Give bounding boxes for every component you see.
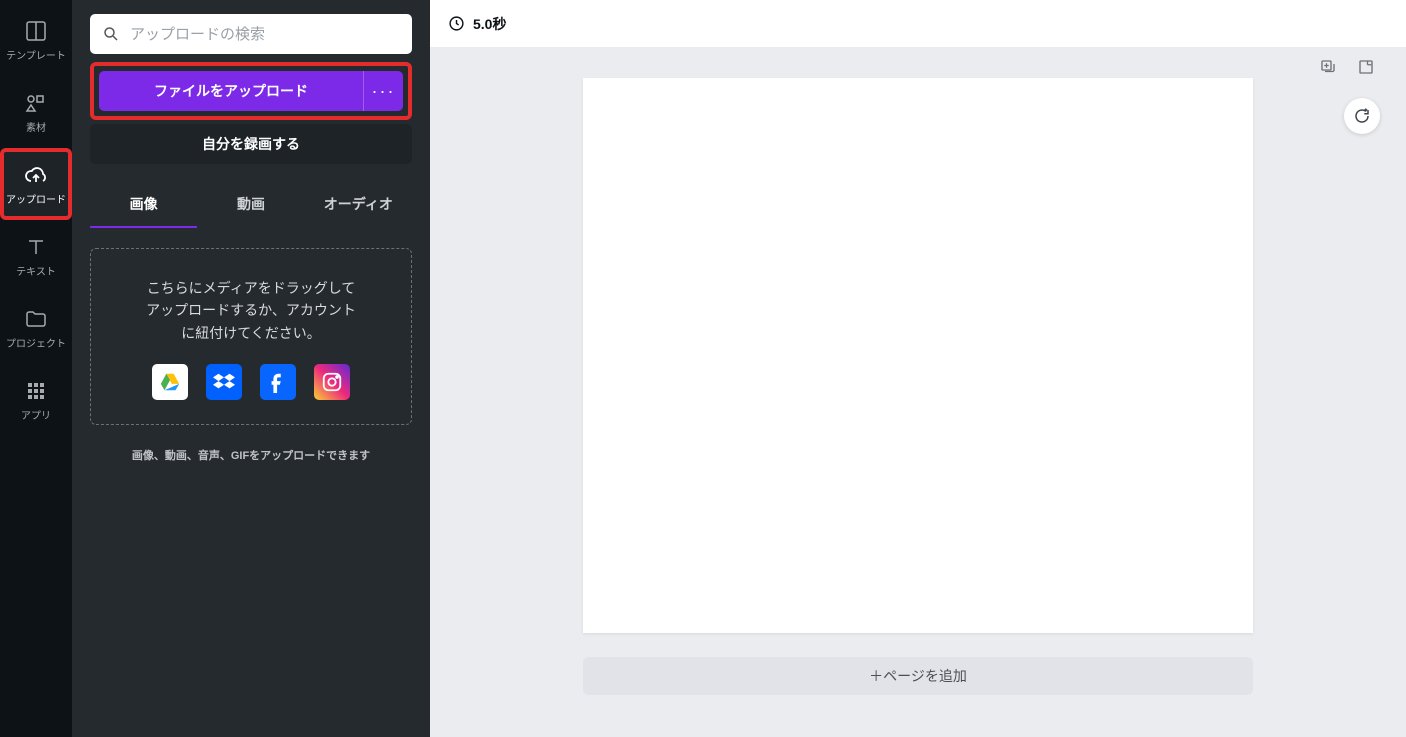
record-self-button[interactable]: 自分を録画する — [90, 124, 412, 164]
search-input[interactable] — [130, 26, 400, 43]
template-icon — [24, 19, 48, 43]
nav-template[interactable]: テンプレート — [0, 4, 72, 76]
duplicate-page-icon[interactable] — [1316, 55, 1340, 79]
canvas-area: 5.0秒 ＋ページを追加 — [430, 0, 1406, 737]
upload-row: ファイルをアップロード ··· — [94, 66, 408, 116]
shapes-icon — [24, 91, 48, 115]
media-tabs: 画像 動画 オーディオ — [90, 182, 412, 228]
nav-label: 素材 — [26, 119, 46, 134]
upload-file-button[interactable]: ファイルをアップロード — [99, 71, 363, 111]
drop-text: こちらにメディアをドラッグして アップロードするか、アカウント に紐付けてくださ… — [111, 277, 391, 344]
text-icon — [24, 235, 48, 259]
apps-grid-icon — [24, 379, 48, 403]
drop-line: こちらにメディアをドラッグして — [111, 277, 391, 299]
upload-highlight: ファイルをアップロード ··· — [90, 62, 412, 120]
nav-label: アプリ — [21, 407, 51, 422]
nav-label: テキスト — [16, 263, 56, 278]
nav-label: アップロード — [6, 191, 66, 206]
drop-line: に紐付けてください。 — [111, 322, 391, 344]
connect-icons — [111, 364, 391, 400]
tab-images[interactable]: 画像 — [90, 182, 197, 228]
nav-label: テンプレート — [6, 47, 66, 62]
page-action-icons — [1316, 55, 1378, 79]
google-drive-icon[interactable] — [152, 364, 188, 400]
add-page-button[interactable]: ＋ページを追加 — [583, 657, 1253, 695]
drop-zone[interactable]: こちらにメディアをドラッグして アップロードするか、アカウント に紐付けてくださ… — [90, 248, 412, 425]
nav-projects[interactable]: プロジェクト — [0, 292, 72, 364]
nav-text[interactable]: テキスト — [0, 220, 72, 292]
cloud-upload-icon — [24, 163, 48, 187]
canvas-page[interactable] — [583, 78, 1253, 633]
folder-icon — [24, 307, 48, 331]
upload-more-button[interactable]: ··· — [363, 71, 403, 111]
dropbox-svg — [213, 371, 235, 393]
regenerate-fab[interactable] — [1344, 98, 1380, 134]
canvas-toolbar: 5.0秒 — [430, 0, 1406, 48]
refresh-plus-icon — [1353, 107, 1371, 125]
nav-label: プロジェクト — [6, 335, 66, 350]
dropbox-icon[interactable] — [206, 364, 242, 400]
facebook-icon[interactable] — [260, 364, 296, 400]
search-icon — [102, 25, 120, 43]
instagram-icon[interactable] — [314, 364, 350, 400]
nav-elements[interactable]: 素材 — [0, 76, 72, 148]
nav-strip: テンプレート 素材 アップロード テキスト プロジェクト アプリ — [0, 0, 72, 737]
drop-line: アップロードするか、アカウント — [111, 299, 391, 321]
page-duration[interactable]: 5.0秒 — [473, 14, 506, 34]
tab-audio[interactable]: オーディオ — [305, 182, 412, 228]
expand-page-icon[interactable] — [1354, 55, 1378, 79]
canvas-body: ＋ページを追加 — [430, 48, 1406, 737]
nav-upload[interactable]: アップロード — [0, 148, 72, 220]
clock-icon — [448, 15, 465, 32]
nav-apps[interactable]: アプリ — [0, 364, 72, 436]
facebook-svg — [267, 371, 289, 393]
upload-panel: ファイルをアップロード ··· 自分を録画する 画像 動画 オーディオ こちらに… — [72, 0, 430, 737]
upload-hint: 画像、動画、音声、GIFをアップロードできます — [90, 447, 412, 463]
search-wrap — [90, 14, 412, 54]
drive-svg — [159, 371, 181, 393]
tab-videos[interactable]: 動画 — [197, 182, 304, 228]
instagram-svg — [321, 371, 343, 393]
